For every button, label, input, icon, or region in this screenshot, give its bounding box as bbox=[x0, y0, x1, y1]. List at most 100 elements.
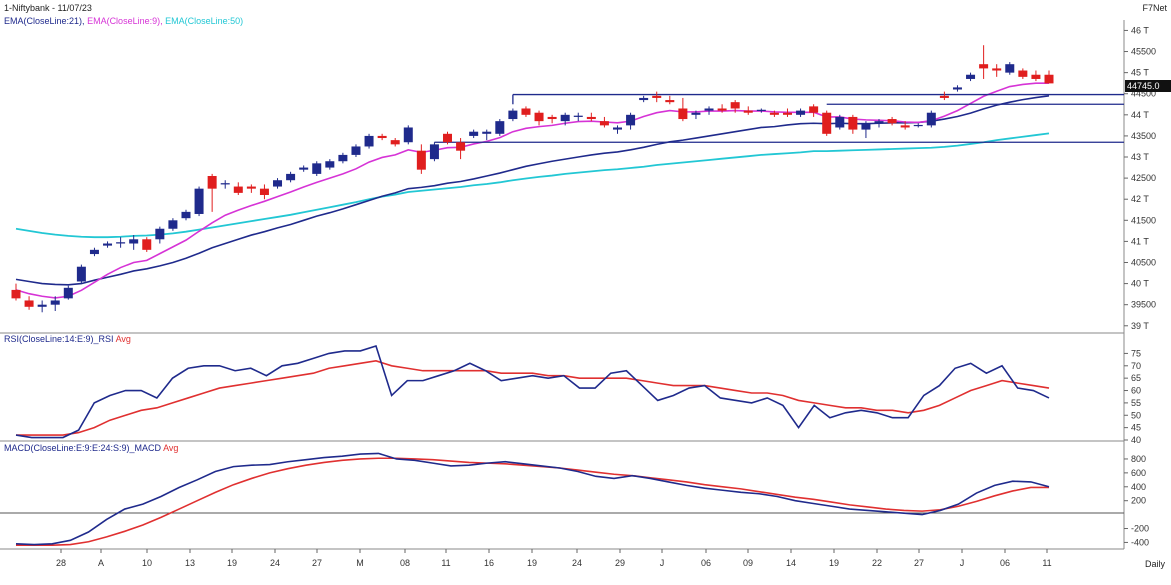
candle-body bbox=[429, 144, 439, 160]
x-tick-label: 10 bbox=[142, 558, 152, 568]
candle-body bbox=[508, 110, 518, 120]
candle-body bbox=[534, 112, 544, 122]
candle-body bbox=[717, 108, 727, 111]
price-tick-label: 41500 bbox=[1131, 215, 1156, 225]
rsi-tick-label: 50 bbox=[1131, 410, 1141, 420]
x-tick-label: 14 bbox=[786, 558, 796, 568]
rsi-plot-area bbox=[15, 344, 1050, 439]
candle-body bbox=[835, 116, 845, 128]
candle-body bbox=[599, 121, 609, 126]
rsi-legend: RSI(CloseLine:14:E:9)_RSI Avg bbox=[4, 334, 131, 344]
candle-body bbox=[286, 173, 296, 181]
x-tick-label: M bbox=[356, 558, 364, 568]
candle-body bbox=[24, 300, 34, 307]
candle-body bbox=[952, 87, 962, 90]
price-tick-label: 46 T bbox=[1131, 25, 1149, 35]
legend-rsi: RSI(CloseLine:14:E:9)_RSI bbox=[4, 334, 114, 344]
candle-body bbox=[782, 112, 792, 115]
x-tick-label: 11 bbox=[1042, 558, 1051, 568]
macd-plot-area bbox=[15, 452, 1050, 547]
macd-tick-label: 600 bbox=[1131, 468, 1146, 478]
price-tick-label: 45500 bbox=[1131, 47, 1156, 57]
price-tick-label: 40 T bbox=[1131, 279, 1149, 289]
candle-body bbox=[116, 242, 126, 244]
candle-body bbox=[769, 112, 779, 115]
candle-body bbox=[1005, 64, 1015, 73]
x-tick-label: 19 bbox=[829, 558, 839, 568]
brand-label: F7Net bbox=[1142, 3, 1167, 13]
candle-body bbox=[76, 266, 86, 282]
candle-body bbox=[756, 109, 766, 111]
rsi-tick-label: 40 bbox=[1131, 435, 1141, 445]
candle-body bbox=[312, 163, 322, 174]
x-tick-label: 09 bbox=[743, 558, 753, 568]
candle-body bbox=[626, 114, 636, 126]
candle-body bbox=[325, 161, 335, 168]
last-price-tag: 44745.0 bbox=[1125, 80, 1171, 92]
x-tick-label: 24 bbox=[270, 558, 280, 568]
x-tick-label: 06 bbox=[701, 558, 711, 568]
price-tick-label: 44 T bbox=[1131, 110, 1149, 120]
candle-body bbox=[351, 146, 361, 155]
x-tick-label: 27 bbox=[914, 558, 924, 568]
candle-body bbox=[913, 124, 923, 127]
candle-body bbox=[37, 304, 47, 307]
macd-tick-label: 200 bbox=[1131, 496, 1146, 506]
legend-ema50: EMA(CloseLine:50) bbox=[165, 16, 244, 26]
macd-line bbox=[15, 452, 1050, 546]
rsi-tick-label: 70 bbox=[1131, 361, 1141, 371]
candle-body bbox=[979, 64, 989, 69]
ema21-line bbox=[15, 95, 1050, 286]
macd-legend: MACD(CloseLine:E:9:E:24:S:9)_MACD Avg bbox=[4, 443, 178, 453]
candle-body bbox=[482, 131, 492, 134]
candle-body bbox=[377, 135, 387, 139]
candle-body bbox=[63, 287, 73, 299]
candle-body bbox=[573, 115, 583, 117]
legend-rsi-avg: Avg bbox=[115, 334, 131, 344]
legend-ema21: EMA(CloseLine:21), bbox=[4, 16, 85, 26]
candle-body bbox=[103, 243, 113, 246]
x-tick-label: 13 bbox=[185, 558, 195, 568]
candle-body bbox=[639, 97, 649, 101]
candle-body bbox=[1031, 74, 1041, 79]
candle-body bbox=[926, 112, 936, 126]
x-tick-label: 27 bbox=[312, 558, 322, 568]
candle-body bbox=[1018, 70, 1028, 77]
macd-avg-line bbox=[16, 457, 1049, 547]
rsi-tick-label: 45 bbox=[1131, 423, 1141, 433]
candle-body bbox=[547, 116, 557, 120]
legend-macd-avg: Avg bbox=[163, 443, 179, 453]
price-tick-label: 41 T bbox=[1131, 236, 1149, 246]
x-tick-label: 16 bbox=[484, 558, 494, 568]
price-tick-label: 42 T bbox=[1131, 194, 1149, 204]
candle-body bbox=[299, 167, 309, 170]
legend-ema9: EMA(CloseLine:9), bbox=[87, 16, 163, 26]
candle-body bbox=[194, 188, 204, 214]
technical-chart[interactable]: 46 T4550045 T4450044 T4350043 T4250042 T… bbox=[0, 0, 1171, 585]
candle-body bbox=[456, 142, 466, 151]
candle-body bbox=[416, 150, 426, 170]
candle-body bbox=[992, 68, 1002, 71]
price-tick-label: 39 T bbox=[1131, 321, 1149, 331]
macd-tick-label: -200 bbox=[1131, 524, 1149, 534]
candle-body bbox=[900, 125, 910, 128]
candle-body bbox=[233, 186, 243, 193]
candle-body bbox=[273, 180, 283, 187]
rsi-tick-label: 65 bbox=[1131, 373, 1141, 383]
candle-body bbox=[612, 127, 622, 130]
x-tick-label: 24 bbox=[572, 558, 582, 568]
period-label: Daily bbox=[1144, 559, 1165, 569]
macd-tick-label: 400 bbox=[1131, 482, 1146, 492]
candle-body bbox=[220, 183, 230, 185]
candle-body bbox=[207, 176, 217, 189]
candle-body bbox=[939, 95, 949, 98]
x-tick-label: 06 bbox=[1000, 558, 1010, 568]
candle-body bbox=[246, 186, 256, 189]
candle-body bbox=[168, 220, 178, 229]
candle-body bbox=[966, 74, 976, 79]
rsi-tick-label: 75 bbox=[1131, 348, 1141, 358]
candle-body bbox=[796, 110, 806, 115]
x-tick-label: J bbox=[660, 558, 665, 568]
candle-body bbox=[560, 114, 570, 122]
candle-body bbox=[89, 249, 99, 255]
